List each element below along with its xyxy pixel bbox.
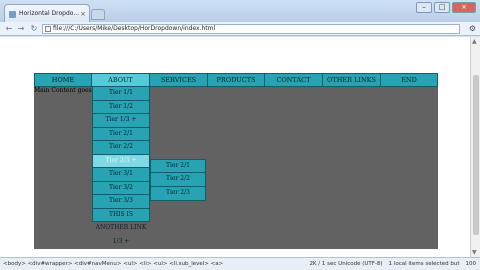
dropdown-item[interactable]: Tier 3/3 — [92, 195, 150, 209]
minimize-button[interactable]: – — [416, 2, 432, 13]
nav-item-products[interactable]: PRODUCTS — [208, 73, 265, 87]
title-bar: Horizontal Dropdo... × – □ × — [0, 0, 480, 22]
settings-wrench-icon[interactable]: ⚙ — [469, 24, 476, 33]
nav-item-contact[interactable]: CONTACT — [265, 73, 323, 87]
dropdown-overflow-text[interactable]: ANOTHER LINK — [92, 222, 150, 236]
scroll-down-icon[interactable]: ▼ — [472, 249, 477, 256]
nav-menu: HOME ABOUT SERVICES PRODUCTS CONTACT OTH… — [34, 73, 438, 87]
browser-toolbar: ← → ↻ file:///C:/Users/Mike/Desktop/HorD… — [0, 22, 480, 36]
reload-icon[interactable]: ↻ — [29, 24, 39, 34]
nav-item-end[interactable]: END — [381, 73, 438, 87]
address-bar[interactable]: file:///C:/Users/Mike/Desktop/HorDropdow… — [42, 24, 460, 34]
nav-item-home[interactable]: HOME — [34, 73, 92, 87]
submenu-item[interactable]: Tier 2/3 — [150, 187, 206, 201]
dropdown-item[interactable]: Tier 3/1 — [92, 168, 150, 182]
submenu-item[interactable]: Tier 2/1 — [150, 159, 206, 173]
submenu-item[interactable]: Tier 2/2 — [150, 173, 206, 187]
dropdown-item[interactable]: Tier 2/1 — [92, 127, 150, 141]
tag-selector-path[interactable]: <body> <div#wrapper> <div#navMenu> <ul> … — [3, 258, 223, 270]
scroll-up-icon[interactable]: ▲ — [472, 38, 477, 45]
dropdown-overflow-text[interactable]: 1/3 + — [92, 236, 150, 250]
page-icon — [45, 26, 51, 32]
dropdown-item[interactable]: THIS IS — [92, 208, 150, 222]
nav-item-services[interactable]: SERVICES — [150, 73, 208, 87]
tier-2-submenu: Tier 2/1 Tier 2/2 Tier 2/3 — [150, 159, 206, 201]
dropdown-item[interactable]: Tier 1/3 + — [92, 114, 150, 128]
dropdown-item[interactable]: Tier 3/2 — [92, 181, 150, 195]
nav-item-about[interactable]: ABOUT — [92, 73, 150, 87]
close-button[interactable]: × — [452, 2, 476, 13]
status-bar: <body> <div#wrapper> <div#navMenu> <ul> … — [0, 257, 480, 270]
nav-item-other-links[interactable]: OTHER LINKS — [323, 73, 381, 87]
forward-icon[interactable]: → — [16, 24, 26, 34]
tab-close-icon[interactable]: × — [80, 10, 86, 18]
dropdown-item[interactable]: Tier 1/1 — [92, 87, 150, 101]
about-dropdown: Tier 1/1 Tier 1/2 Tier 1/3 + Tier 2/1 Ti… — [92, 87, 150, 249]
page-favicon-icon — [9, 11, 16, 18]
back-icon[interactable]: ← — [4, 24, 14, 34]
tab-title: Horizontal Dropdo... — [19, 10, 80, 17]
scroll-thumb[interactable] — [473, 75, 479, 235]
status-right: 2K / 1 sec Unicode (UTF-8) 1 local items… — [309, 258, 476, 270]
address-text: file:///C:/Users/Mike/Desktop/HorDropdow… — [53, 25, 216, 32]
maximize-button[interactable]: □ — [434, 2, 450, 13]
vertical-scrollbar[interactable]: ▲ ▼ — [470, 37, 480, 257]
browser-tab[interactable]: Horizontal Dropdo... × — [4, 4, 90, 22]
dropdown-item[interactable]: Tier 1/2 — [92, 100, 150, 114]
dropdown-item-hovered[interactable]: Tier 2/3 + — [92, 154, 150, 168]
zoom-level[interactable]: 100 — [466, 258, 477, 270]
status-stats: 2K / 1 sec Unicode (UTF-8) — [309, 261, 383, 267]
page-viewport: HOME ABOUT SERVICES PRODUCTS CONTACT OTH… — [0, 37, 470, 257]
window-controls: – □ × — [416, 2, 476, 13]
main-content-text: Main Content goes h — [34, 87, 98, 94]
dropdown-item[interactable]: Tier 2/2 — [92, 141, 150, 155]
status-selection: 1 local items selected but — [388, 261, 460, 267]
page-wrapper: HOME ABOUT SERVICES PRODUCTS CONTACT OTH… — [34, 73, 438, 249]
new-tab-button[interactable] — [91, 9, 105, 20]
